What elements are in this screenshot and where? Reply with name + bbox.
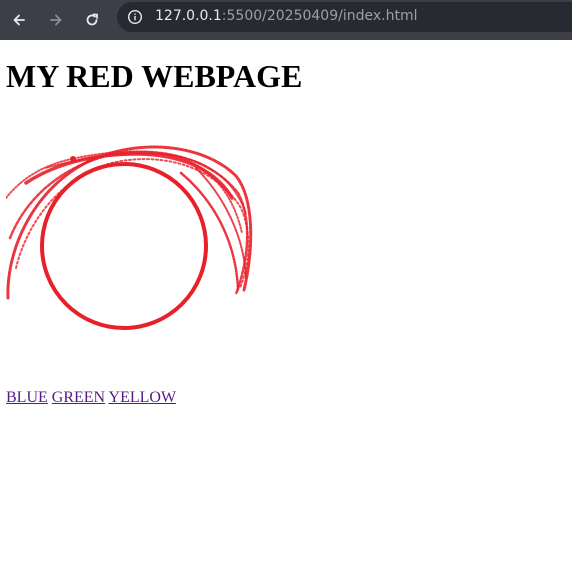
url-host: 127.0.0.1 [155,8,222,24]
info-icon[interactable] [125,7,145,27]
link-green[interactable]: GREEN [52,389,105,406]
back-button[interactable] [7,8,31,32]
url-text: 127.0.0.1:5500/20250409/index.html [155,8,417,24]
page-title: MY RED WEBPAGE [6,58,303,94]
reload-button[interactable] [80,8,104,32]
link-blue[interactable]: BLUE [6,389,48,406]
url-path: :5500/20250409/index.html [221,8,418,24]
browser-toolbar: 127.0.0.1:5500/20250409/index.html [0,0,572,40]
color-links: BLUE GREEN YELLOW [6,389,176,407]
forward-button[interactable] [44,8,68,32]
red-circle-scribble-drawing [6,145,253,330]
forward-arrow-icon [50,14,62,26]
back-arrow-icon [13,14,25,26]
reload-icon [86,13,98,26]
address-bar[interactable]: 127.0.0.1:5500/20250409/index.html [117,2,572,32]
link-yellow[interactable]: YELLOW [109,389,177,406]
